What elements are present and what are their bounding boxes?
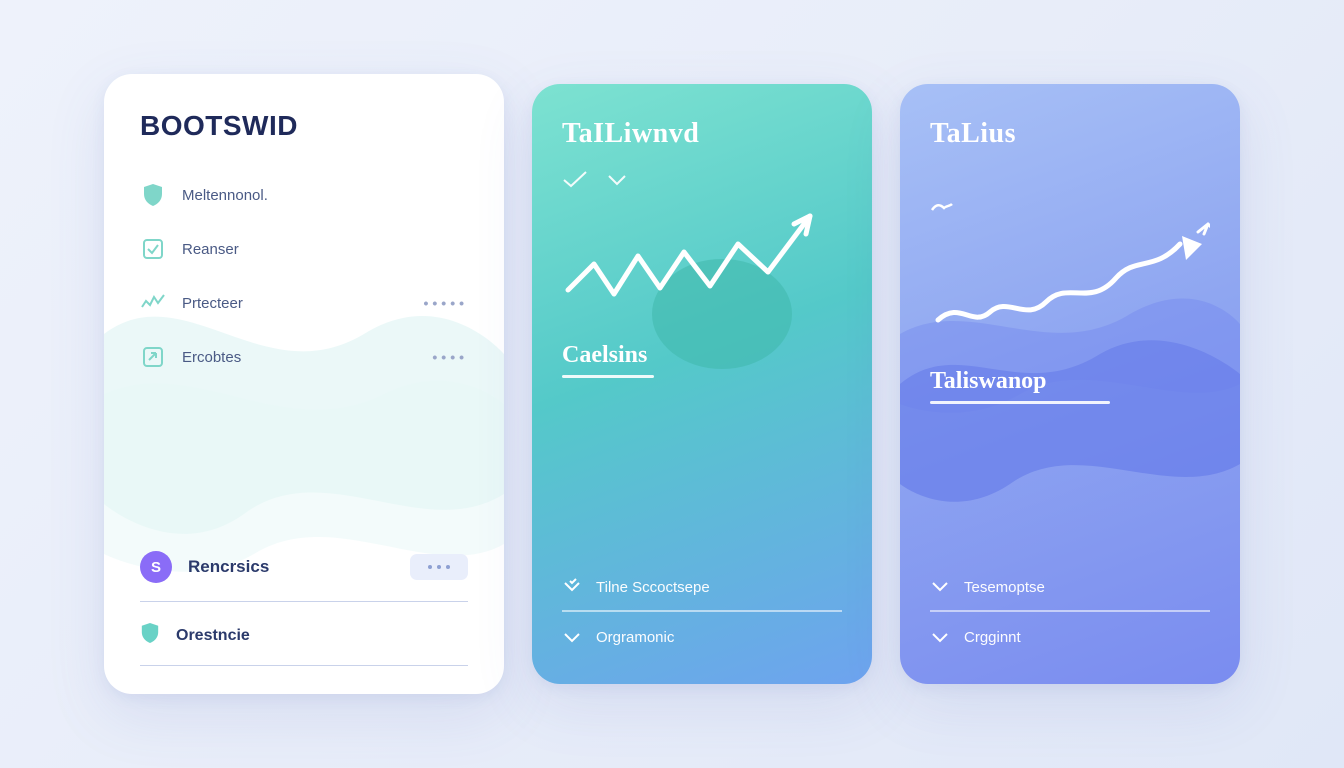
card3-feature-1[interactable]: Crgginnt bbox=[930, 612, 1210, 660]
check-down-icon bbox=[930, 578, 950, 596]
card3-feature-0[interactable]: Tesemoptse bbox=[930, 562, 1210, 612]
arrow-square-icon bbox=[140, 344, 166, 370]
card1-badge-row[interactable]: S Rencrsics bbox=[140, 545, 468, 602]
chevron-down-icon bbox=[606, 170, 628, 190]
card1-item-3-dots: •••• bbox=[432, 349, 468, 365]
card2-title: TaILiwnvd bbox=[562, 118, 842, 150]
card3-feature-0-label: Tesemoptse bbox=[964, 579, 1045, 596]
card2-chart bbox=[562, 194, 842, 334]
badge-circle-icon: S bbox=[140, 551, 172, 583]
card-bootswid: BOOTSWID Meltennonol. Reanser Prtecteer … bbox=[104, 74, 504, 694]
card1-last-row[interactable]: Orestncie bbox=[140, 602, 468, 666]
card2-feature-1-label: Orgramonic bbox=[596, 629, 674, 646]
card-talius: TaLius Taliswanop Tesemoptse Crgginnt bbox=[900, 84, 1240, 684]
chevron-check-icon bbox=[562, 628, 582, 646]
more-pill-button[interactable] bbox=[410, 554, 468, 580]
card1-item-0-label: Meltennonol. bbox=[182, 187, 468, 204]
card2-underline bbox=[562, 375, 654, 378]
card3-chart bbox=[930, 220, 1210, 360]
shield-outline-icon bbox=[140, 622, 160, 649]
check-down-icon bbox=[562, 578, 582, 596]
card1-item-1[interactable]: Reanser bbox=[140, 222, 468, 276]
card1-title: BOOTSWID bbox=[140, 110, 468, 142]
card1-badge-label: Rencrsics bbox=[188, 557, 394, 577]
card1-item-2-dots: ••••• bbox=[423, 295, 468, 311]
card-taliwnvd: TaILiwnvd Caelsins Tilne Sccoctsepe Orgr… bbox=[532, 84, 872, 684]
card2-feature-0[interactable]: Tilne Sccoctsepe bbox=[562, 562, 842, 612]
spark-icon bbox=[140, 290, 166, 316]
card3-mini-icons bbox=[930, 200, 1210, 214]
card1-item-1-label: Reanser bbox=[182, 241, 468, 258]
card2-mini-icons bbox=[562, 170, 842, 190]
card1-item-2[interactable]: Prtecteer ••••• bbox=[140, 276, 468, 330]
card1-last-label: Orestncie bbox=[176, 627, 250, 645]
card1-item-3-label: Ercobtes bbox=[182, 349, 416, 366]
card2-subhead: Caelsins bbox=[562, 342, 842, 369]
check-square-icon bbox=[140, 236, 166, 262]
card3-feature-1-label: Crgginnt bbox=[964, 629, 1021, 646]
card1-item-0[interactable]: Meltennonol. bbox=[140, 168, 468, 222]
chevron-check-icon bbox=[930, 628, 950, 646]
card1-item-3[interactable]: Ercobtes •••• bbox=[140, 330, 468, 384]
shield-icon bbox=[140, 182, 166, 208]
card2-feature-0-label: Tilne Sccoctsepe bbox=[596, 579, 710, 596]
card1-item-2-label: Prtecteer bbox=[182, 295, 407, 312]
card3-underline bbox=[930, 401, 1110, 404]
card3-subhead: Taliswanop bbox=[930, 368, 1210, 395]
card3-title: TaLius bbox=[930, 118, 1210, 150]
check-open-icon bbox=[562, 170, 588, 190]
bird-icon bbox=[930, 200, 954, 214]
card2-feature-1[interactable]: Orgramonic bbox=[562, 612, 842, 660]
